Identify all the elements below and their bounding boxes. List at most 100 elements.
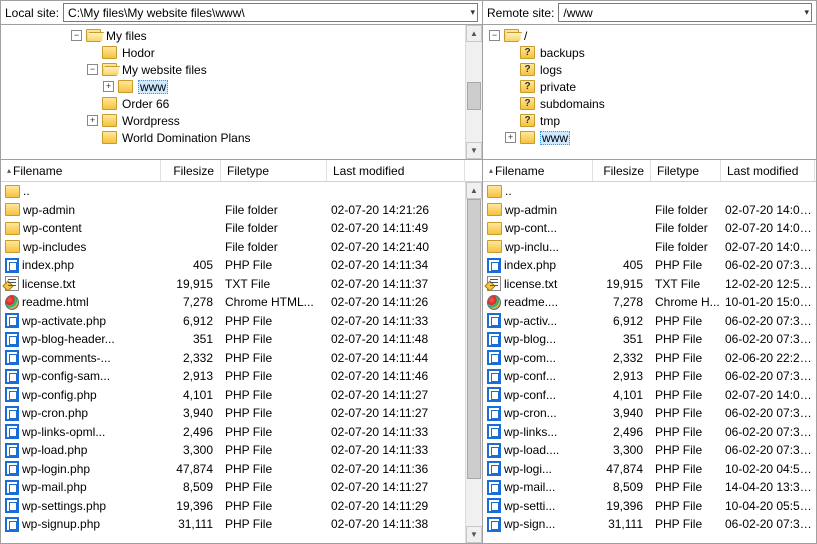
tree-item[interactable]: +www: [487, 129, 816, 146]
tree-item-label: subdomains: [540, 97, 605, 111]
file-row[interactable]: license.txt19,915TXT File12-02-20 12:54:…: [483, 275, 816, 294]
tree-item[interactable]: Hodor: [5, 44, 482, 61]
file-row[interactable]: wp-mail.php8,509PHP File02-07-20 14:11:2…: [1, 478, 482, 497]
unknown-folder-icon: ?: [520, 97, 535, 110]
local-file-list[interactable]: ..wp-adminFile folder02-07-20 14:21:26wp…: [1, 182, 482, 543]
file-row[interactable]: wp-links...2,496PHP File06-02-20 07:33:.…: [483, 423, 816, 442]
col-filetype[interactable]: Filetype: [651, 160, 721, 181]
col-filename[interactable]: ▴Filename: [1, 160, 161, 181]
tree-item[interactable]: −/: [487, 27, 816, 44]
file-row[interactable]: wp-load....3,300PHP File06-02-20 07:33:.…: [483, 441, 816, 460]
local-tree-scrollbar[interactable]: ▲ ▼: [465, 25, 482, 159]
file-type-cell: TXT File: [651, 277, 721, 291]
file-row[interactable]: wp-adminFile folder02-07-20 14:07:...: [483, 201, 816, 220]
file-row[interactable]: wp-blog...351PHP File06-02-20 07:33:...: [483, 330, 816, 349]
file-size-cell: 351: [593, 332, 651, 346]
file-row[interactable]: wp-conf...4,101PHP File02-07-20 14:07:..…: [483, 386, 816, 405]
col-filetype[interactable]: Filetype: [221, 160, 327, 181]
file-row[interactable]: index.php405PHP File02-07-20 14:11:34: [1, 256, 482, 275]
local-list-scrollbar[interactable]: ▲ ▼: [465, 182, 482, 543]
file-row[interactable]: wp-activate.php6,912PHP File02-07-20 14:…: [1, 312, 482, 331]
file-row[interactable]: wp-cron...3,940PHP File06-02-20 07:33:..…: [483, 404, 816, 423]
file-type-cell: PHP File: [221, 351, 327, 365]
file-size-cell: 4,101: [161, 388, 221, 402]
scroll-thumb[interactable]: [467, 82, 481, 110]
tree-expander[interactable]: +: [103, 81, 114, 92]
file-row[interactable]: license.txt19,915TXT File02-07-20 14:11:…: [1, 275, 482, 294]
scroll-thumb[interactable]: [467, 199, 481, 479]
local-path-select[interactable]: C:\My files\My website files\www\ ▾: [63, 3, 478, 22]
file-row[interactable]: wp-logi...47,874PHP File10-02-20 04:50:.…: [483, 460, 816, 479]
remote-pane: Remote site: /www ▾ −/?backups?logs?priv…: [483, 1, 816, 543]
tree-expander[interactable]: −: [87, 64, 98, 75]
file-row[interactable]: wp-mail...8,509PHP File14-04-20 13:34:..…: [483, 478, 816, 497]
col-filesize[interactable]: Filesize: [593, 160, 651, 181]
file-row[interactable]: ..: [1, 182, 482, 201]
file-row[interactable]: readme....7,278Chrome H...10-01-20 15:05…: [483, 293, 816, 312]
file-row[interactable]: wp-comments-...2,332PHP File02-07-20 14:…: [1, 349, 482, 368]
tree-item[interactable]: +www: [5, 78, 482, 95]
scroll-up-button[interactable]: ▲: [466, 25, 482, 42]
file-row[interactable]: wp-login.php47,874PHP File02-07-20 14:11…: [1, 460, 482, 479]
col-filesize[interactable]: Filesize: [161, 160, 221, 181]
file-row[interactable]: readme.html7,278Chrome HTML...02-07-20 1…: [1, 293, 482, 312]
scroll-up-button[interactable]: ▲: [466, 182, 482, 199]
tree-item[interactable]: Order 66: [5, 95, 482, 112]
file-row[interactable]: wp-adminFile folder02-07-20 14:21:26: [1, 201, 482, 220]
tree-item[interactable]: −My website files: [5, 61, 482, 78]
file-row[interactable]: wp-conf...2,913PHP File06-02-20 07:33:..…: [483, 367, 816, 386]
folder-icon: [102, 131, 117, 144]
tree-item[interactable]: ?private: [487, 78, 816, 95]
file-row[interactable]: wp-contentFile folder02-07-20 14:11:49: [1, 219, 482, 238]
col-lastmodified[interactable]: Last modified: [721, 160, 815, 181]
remote-path-select[interactable]: /www ▾: [558, 3, 812, 22]
file-row[interactable]: wp-activ...6,912PHP File06-02-20 07:33:.…: [483, 312, 816, 331]
file-type-cell: PHP File: [221, 369, 327, 383]
local-tree[interactable]: −My filesHodor−My website files+wwwOrder…: [1, 25, 482, 160]
file-row[interactable]: wp-com...2,332PHP File02-06-20 22:26:...: [483, 349, 816, 368]
file-row[interactable]: wp-cron.php3,940PHP File02-07-20 14:11:2…: [1, 404, 482, 423]
unknown-folder-icon: ?: [520, 80, 535, 93]
file-name-cell: index.php: [483, 258, 593, 273]
file-row[interactable]: wp-settings.php19,396PHP File02-07-20 14…: [1, 497, 482, 516]
tree-item[interactable]: World Domination Plans: [5, 129, 482, 146]
file-size-cell: 3,300: [161, 443, 221, 457]
tree-expander[interactable]: +: [87, 115, 98, 126]
tree-item[interactable]: ?tmp: [487, 112, 816, 129]
tree-item-label: backups: [540, 46, 585, 60]
file-row[interactable]: wp-cont...File folder02-07-20 14:07:...: [483, 219, 816, 238]
file-row[interactable]: wp-config-sam...2,913PHP File02-07-20 14…: [1, 367, 482, 386]
file-name-cell: wp-mail.php: [1, 480, 161, 495]
scroll-down-button[interactable]: ▼: [466, 526, 482, 543]
tree-item[interactable]: +Wordpress: [5, 112, 482, 129]
file-name-cell: ..: [1, 184, 161, 198]
file-row[interactable]: wp-links-opml...2,496PHP File02-07-20 14…: [1, 423, 482, 442]
tree-item[interactable]: ?logs: [487, 61, 816, 78]
tree-expander[interactable]: +: [505, 132, 516, 143]
remote-file-list[interactable]: ..wp-adminFile folder02-07-20 14:07:...w…: [483, 182, 816, 543]
file-row[interactable]: wp-load.php3,300PHP File02-07-20 14:11:3…: [1, 441, 482, 460]
col-lastmodified[interactable]: Last modified: [327, 160, 465, 181]
tree-expander[interactable]: −: [71, 30, 82, 41]
unknown-folder-icon: ?: [520, 46, 535, 59]
file-name-cell: wp-cont...: [483, 221, 593, 235]
file-modified-cell: 02-07-20 14:11:33: [327, 425, 465, 439]
file-row[interactable]: wp-blog-header...351PHP File02-07-20 14:…: [1, 330, 482, 349]
file-row[interactable]: ..: [483, 182, 816, 201]
file-modified-cell: 02-07-20 14:11:27: [327, 480, 465, 494]
local-pane: Local site: C:\My files\My website files…: [1, 1, 483, 543]
file-row[interactable]: wp-config.php4,101PHP File02-07-20 14:11…: [1, 386, 482, 405]
file-row[interactable]: wp-inclu...File folder02-07-20 14:07:...: [483, 238, 816, 257]
file-row[interactable]: wp-sign...31,111PHP File06-02-20 07:33:.…: [483, 515, 816, 534]
scroll-down-button[interactable]: ▼: [466, 142, 482, 159]
col-filename[interactable]: ▴Filename: [483, 160, 593, 181]
tree-item[interactable]: ? backups: [487, 44, 816, 61]
file-row[interactable]: wp-includesFile folder02-07-20 14:21:40: [1, 238, 482, 257]
file-row[interactable]: wp-signup.php31,111PHP File02-07-20 14:1…: [1, 515, 482, 534]
file-row[interactable]: index.php405PHP File06-02-20 07:33:...: [483, 256, 816, 275]
remote-tree[interactable]: −/? backups?logs?private? subdomains?tmp+w…: [483, 25, 816, 160]
file-row[interactable]: wp-setti...19,396PHP File10-04-20 05:59:…: [483, 497, 816, 516]
tree-item[interactable]: −My files: [5, 27, 482, 44]
tree-item[interactable]: ? subdomains: [487, 95, 816, 112]
tree-expander[interactable]: −: [489, 30, 500, 41]
